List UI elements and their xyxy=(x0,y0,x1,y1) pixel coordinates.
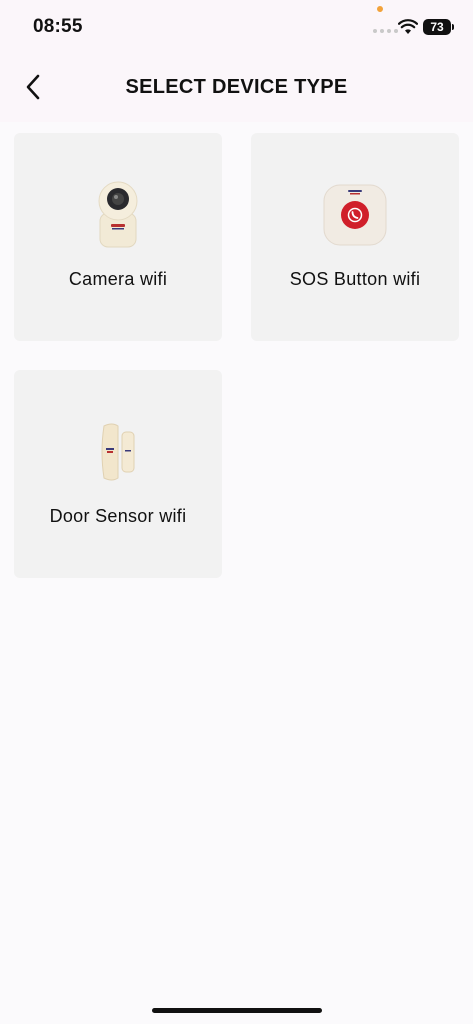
battery-tip xyxy=(452,24,454,30)
door-sensor-device-icon xyxy=(14,420,222,484)
sos-button-device-icon xyxy=(251,183,459,247)
camera-device-icon xyxy=(14,177,222,249)
cellular-signal-icon xyxy=(373,29,398,33)
battery-level: 73 xyxy=(430,20,444,34)
device-type-card-camera[interactable]: Camera wifi xyxy=(14,133,222,341)
battery-icon: 73 xyxy=(423,19,451,35)
device-type-card-door-sensor[interactable]: Door Sensor wifi xyxy=(14,370,222,578)
status-bar: 08:55 73 xyxy=(0,0,473,60)
wifi-icon xyxy=(398,19,418,34)
home-indicator[interactable] xyxy=(152,1008,322,1013)
device-type-card-sos-button[interactable]: SOS Button wifi xyxy=(251,133,459,341)
header-bar: SELECT DEVICE TYPE xyxy=(0,60,473,122)
device-type-label: Camera wifi xyxy=(68,269,168,289)
page-title: SELECT DEVICE TYPE xyxy=(125,76,348,98)
privacy-indicator-dot xyxy=(377,6,383,12)
device-type-label: SOS Button wifi xyxy=(289,269,421,289)
device-type-label: Door Sensor wifi xyxy=(49,506,187,526)
status-time: 08:55 xyxy=(33,16,83,37)
